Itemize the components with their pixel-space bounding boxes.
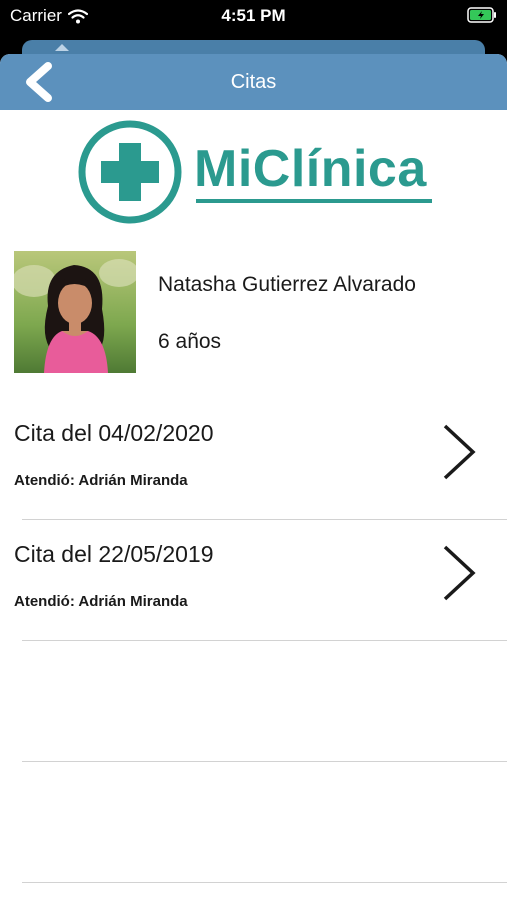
- appointment-date: Cita del 22/05/2019: [14, 541, 214, 567]
- patient-age: 6 años: [158, 330, 222, 353]
- chevron-right-icon[interactable]: [440, 543, 480, 603]
- status-bar: Carrier 4:51 PM: [0, 0, 507, 34]
- divider: [22, 882, 507, 883]
- clinic-logo: MiClínica: [76, 118, 436, 228]
- chevron-right-icon[interactable]: [440, 422, 480, 482]
- sheet-arrow: [55, 44, 69, 51]
- appointment-doctor: Atendió: Adrián Miranda: [14, 593, 188, 610]
- patient-name: Natasha Gutierrez Alvarado: [158, 273, 416, 296]
- patient-photo: [14, 251, 136, 373]
- divider: [22, 640, 507, 641]
- logo-underline: [196, 199, 432, 203]
- battery-icon: [467, 7, 496, 23]
- appointment-row[interactable]: Cita del 22/05/2019 Atendió: Adrián Mira…: [0, 527, 507, 637]
- appointment-row[interactable]: Cita del 04/02/2020 Atendió: Adrián Mira…: [0, 406, 507, 516]
- divider: [22, 761, 507, 762]
- appointment-doctor: Atendió: Adrián Miranda: [14, 472, 188, 489]
- page-title: Citas: [230, 71, 277, 93]
- status-time: 4:51 PM: [221, 6, 286, 25]
- logo-text: MiClínica: [194, 140, 427, 198]
- appointment-date: Cita del 04/02/2020: [14, 420, 214, 446]
- divider: [22, 519, 507, 520]
- medical-cross-icon: [78, 120, 182, 224]
- main-card: Citas MiClínica Natasha Gutierrez Alvara…: [0, 54, 507, 900]
- navigation-bar: Citas: [0, 54, 507, 110]
